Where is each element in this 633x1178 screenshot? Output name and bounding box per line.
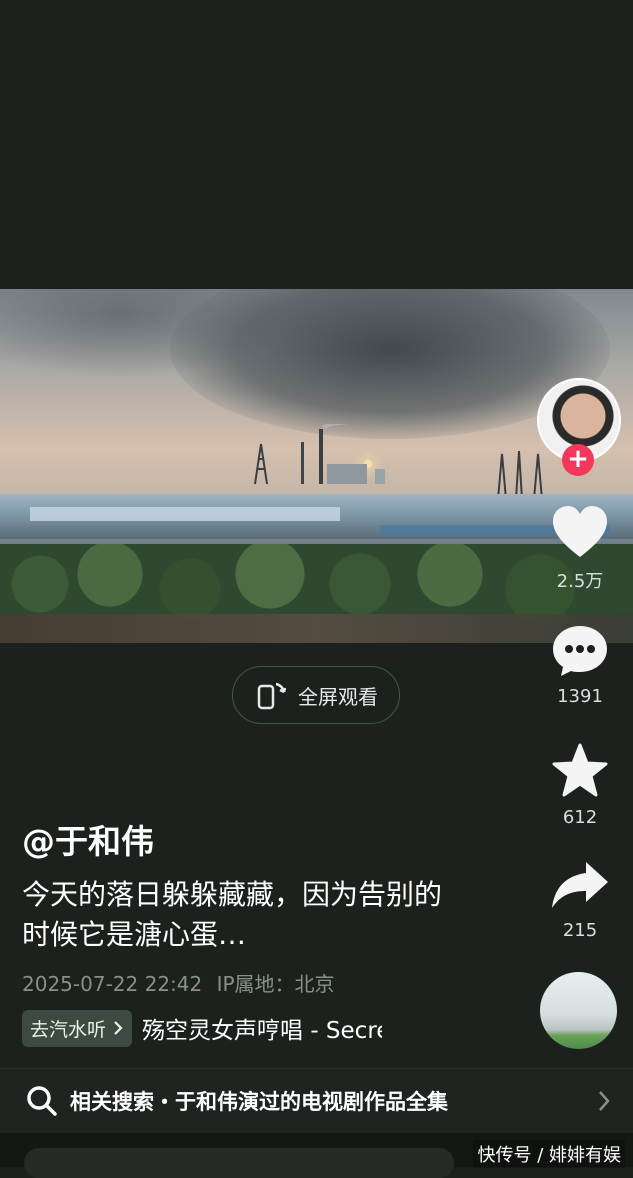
related-search-text: 相关搜索・于和伟演过的电视剧作品全集 xyxy=(70,1090,448,1114)
heart-icon xyxy=(553,506,607,557)
chevron-right-icon xyxy=(114,1021,123,1035)
fullscreen-button[interactable]: 全屏观看 xyxy=(232,666,400,724)
like-count: 2.5万 xyxy=(556,571,604,592)
video-factory xyxy=(254,424,385,485)
ip-location: IP属地：北京 xyxy=(216,972,335,996)
music-disc[interactable] xyxy=(540,972,617,1049)
author-username[interactable]: @于和伟 xyxy=(22,815,154,863)
comment-count: 1391 xyxy=(557,686,603,707)
search-icon xyxy=(27,1086,57,1116)
rotate-screen-icon xyxy=(257,682,287,710)
post-datetime: 2025-07-22 22:42 xyxy=(22,972,203,996)
music-tag-label: 去汽水听 xyxy=(30,1018,107,1041)
video-player[interactable] xyxy=(0,289,633,643)
favorite-count: 612 xyxy=(562,807,598,828)
post-meta: 2025-07-22 22:42 IP属地：北京 xyxy=(22,968,335,997)
like-button[interactable]: 2.5万 xyxy=(540,505,620,593)
comment-input[interactable] xyxy=(24,1148,454,1178)
music-row[interactable]: 去汽水听 殇空灵女声哼唱 - Secret xyxy=(22,1009,382,1047)
video-road xyxy=(0,614,633,643)
share-button[interactable]: 215 xyxy=(540,860,620,941)
related-search-bar[interactable]: 相关搜索・于和伟演过的电视剧作品全集 xyxy=(0,1068,633,1133)
comment-icon xyxy=(553,626,607,676)
author-avatar[interactable]: + xyxy=(537,378,621,476)
chevron-right-icon xyxy=(599,1091,610,1111)
post-description[interactable]: 今天的落日躲躲藏藏，因为告别的时候它是溏心蛋… xyxy=(22,875,462,955)
music-app-tag[interactable]: 去汽水听 xyxy=(22,1009,133,1047)
comment-button[interactable]: 1391 xyxy=(540,624,620,707)
favorite-button[interactable]: 612 xyxy=(540,743,620,828)
share-arrow-icon xyxy=(552,862,608,908)
follow-plus-icon[interactable]: + xyxy=(562,444,594,476)
fullscreen-label: 全屏观看 xyxy=(298,684,378,709)
music-title[interactable]: 殇空灵女声哼唱 - Secret xyxy=(142,1011,382,1045)
star-icon xyxy=(552,743,608,797)
share-count: 215 xyxy=(562,920,598,941)
video-roof xyxy=(30,507,340,521)
watermark: 快传号 / 婔婔有娱 xyxy=(473,1140,625,1168)
